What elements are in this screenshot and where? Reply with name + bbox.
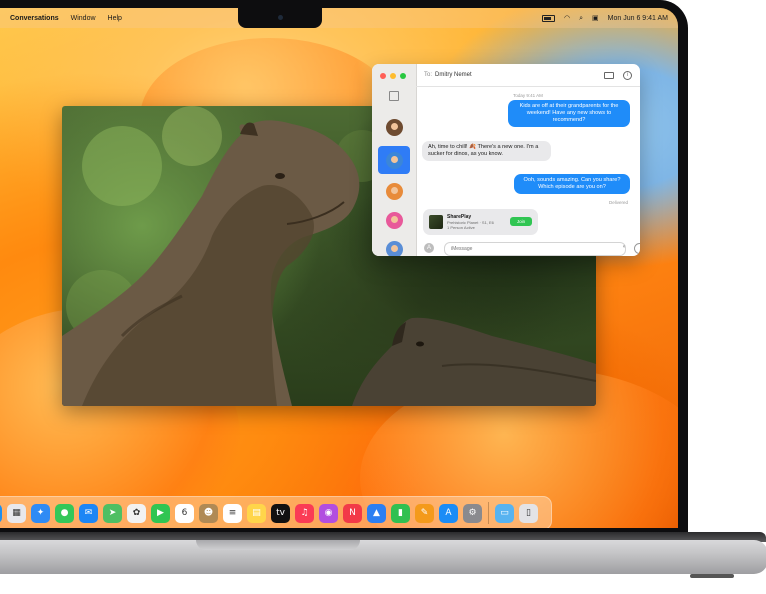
info-icon[interactable]: i [623, 70, 632, 80]
conversation-header: To: Dmitry Nemet i [416, 64, 640, 87]
dock-contacts-icon[interactable]: ☻ [199, 503, 218, 523]
zoom-icon[interactable] [400, 73, 406, 79]
shareplay-card: SharePlay Prehistoric Planet · S1, E6 1 … [423, 209, 538, 235]
shareplay-thumbnail [429, 215, 443, 229]
avatar [385, 182, 403, 200]
camera-notch [238, 8, 322, 28]
dock-keynote-icon[interactable]: ▲ [367, 503, 386, 523]
dock-tv-icon[interactable]: tv [271, 503, 290, 523]
laptop-foot [690, 574, 734, 578]
menu-datetime[interactable]: Mon Jun 6 9:41 AM [608, 15, 668, 22]
dock-messages-icon[interactable]: ● [55, 503, 74, 523]
dock-facetime-icon[interactable]: ▶ [151, 503, 170, 523]
message-bubble-incoming: Ah, time to chill! 🍂 There's a new one. … [422, 141, 551, 161]
messages-window[interactable]: To: Dmitry Nemet i Today 9:41 AM Kids ar… [372, 64, 640, 256]
conversation-item[interactable] [378, 177, 410, 205]
laptop-lid-opener [196, 540, 360, 550]
screen: Conversations Window Help ◠ ⌕ ▣ Mon Jun … [0, 8, 678, 528]
delivered-status: Delivered [608, 200, 628, 205]
dock-music-icon[interactable]: ♫ [295, 503, 314, 523]
menu-window[interactable]: Window [71, 15, 96, 22]
wifi-icon[interactable]: ◠ [564, 15, 570, 22]
conversation-item[interactable] [378, 206, 410, 234]
dock-calendar-icon[interactable]: 6 [175, 503, 194, 523]
dock-app-store-icon[interactable]: A [439, 503, 458, 523]
laptop-base [0, 540, 766, 574]
dock-pages-icon[interactable]: ✎ [415, 503, 434, 523]
dock-finder-icon[interactable]: ☺ [0, 503, 2, 523]
to-label: To: [424, 72, 433, 78]
avatar [385, 151, 403, 169]
window-controls [380, 73, 406, 79]
app-store-apps-icon[interactable]: A [424, 243, 434, 253]
dock-system-settings-icon[interactable]: ⚙ [463, 503, 482, 523]
conversation-item-selected[interactable] [378, 146, 410, 174]
control-center-icon[interactable]: ▣ [592, 15, 599, 22]
menu-help[interactable]: Help [108, 15, 122, 22]
recipient-name: Dmitry Nemet [435, 72, 472, 78]
dock-launchpad-icon[interactable]: ▦ [7, 503, 26, 523]
facetime-video-icon[interactable] [604, 71, 614, 79]
dock-mail-icon[interactable]: ✉ [79, 503, 98, 523]
dock-maps-icon[interactable]: ➤ [103, 503, 122, 523]
emoji-icon[interactable] [634, 243, 640, 254]
compose-icon[interactable] [389, 91, 399, 101]
dock-safari-icon[interactable]: ✦ [31, 503, 50, 523]
message-input[interactable] [444, 242, 626, 256]
dock-notes-icon[interactable]: ▤ [247, 503, 266, 523]
shareplay-join-button[interactable]: Join [510, 217, 532, 226]
dock-trash-icon[interactable]: ▯ [519, 503, 538, 523]
message-bubble-outgoing: Kids are off at their grandparents for t… [508, 100, 630, 127]
dock-photos-icon[interactable]: ✿ [127, 503, 146, 523]
dock-reminders-icon[interactable]: ≡ [223, 503, 242, 523]
avatar [385, 118, 403, 136]
dock-numbers-icon[interactable]: ▮ [391, 503, 410, 523]
conversation-sidebar [372, 64, 417, 256]
menu-bar: Conversations Window Help ◠ ⌕ ▣ Mon Jun … [0, 8, 678, 28]
conversation-item[interactable] [378, 235, 410, 256]
dock-downloads-icon[interactable]: ▭ [495, 503, 514, 523]
avatar [385, 211, 403, 229]
message-timestamp: Today 9:41 AM [513, 93, 543, 98]
dock: ☺▦✦●✉➤✿▶6☻≡▤tv♫◉N▲▮✎A⚙ ▭▯ [0, 496, 552, 528]
message-bubble-outgoing: Ooh, sounds amazing. Can you share? Whic… [514, 174, 630, 194]
message-compose-row: A ◖ [416, 242, 640, 256]
minimize-icon[interactable] [390, 73, 396, 79]
avatar [385, 240, 403, 256]
shareplay-participants: 1 Person Active [447, 225, 475, 230]
dock-separator [488, 502, 489, 524]
battery-icon[interactable] [542, 14, 556, 22]
dock-news-icon[interactable]: N [343, 503, 362, 523]
dock-podcasts-icon[interactable]: ◉ [319, 503, 338, 523]
close-icon[interactable] [380, 73, 386, 79]
camera-dot [278, 15, 283, 20]
audio-message-icon[interactable]: ◖ [622, 244, 626, 250]
conversation-item[interactable] [378, 113, 410, 141]
menu-conversations[interactable]: Conversations [10, 15, 59, 22]
spotlight-search-icon[interactable]: ⌕ [579, 15, 583, 22]
